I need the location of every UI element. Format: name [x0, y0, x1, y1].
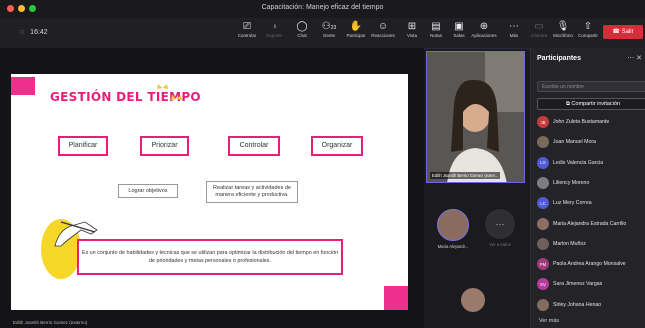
- slide-task-box: Realizar tareas y actividades de manera …: [206, 181, 298, 203]
- participant-tile[interactable]: Maria Alejandr...: [433, 209, 473, 249]
- aplicaciones-button[interactable]: ⊕ Aplicaciones: [467, 21, 501, 38]
- self-view-tile[interactable]: [460, 288, 486, 315]
- see-more-link[interactable]: Ver más: [539, 318, 559, 324]
- apps-icon: ⊕: [479, 21, 489, 32]
- speaker-video[interactable]: Edith Joanith Berrio Gomez (exter...: [426, 51, 525, 183]
- participant-item[interactable]: Maria Alejandra Estrada Carrillo: [537, 217, 626, 231]
- participant-name: John Zuleta Bustamante: [553, 119, 610, 125]
- participant-avatar: [537, 136, 549, 149]
- participant-item[interactable]: LG Ledis Valencia Garcia: [537, 156, 603, 170]
- share-icon: ⇧: [583, 21, 593, 32]
- toolbar-button-label: Gente: [322, 33, 336, 38]
- meeting-timer: ◌ 16:42: [20, 29, 48, 36]
- shield-icon: ◌: [20, 29, 25, 36]
- participant-tile-avatar: [437, 209, 469, 241]
- toolbar-button-label: Controlar: [237, 33, 257, 38]
- participant-avatar: LG: [537, 156, 549, 169]
- participant-avatar: [537, 217, 549, 230]
- participant-avatar: [537, 298, 549, 311]
- active-speaker-label: Edith Joanith Berrio Gomez (externo): [13, 320, 88, 325]
- leave-button[interactable]: ☎ Salir: [603, 25, 643, 39]
- slide-goal-box: Lograr objetivos: [118, 184, 178, 198]
- toolbar-button-label: Participar: [346, 33, 366, 38]
- speaker-video-frame: [427, 52, 524, 182]
- toolbar-button-label: Cámara: [530, 33, 547, 38]
- participant-item[interactable]: PM Paola Andrea Arango Monsalve: [537, 257, 626, 271]
- slide-accent-bar-top: [11, 77, 35, 95]
- toolbar-button-label: Micrófono: [553, 33, 573, 38]
- participant-avatar: PM: [537, 258, 549, 271]
- toolbar-button-label: Soporte: [266, 33, 282, 38]
- toolbar-button-label: Más: [509, 33, 519, 38]
- participant-name: Paola Andrea Arango Monsalve: [553, 261, 626, 268]
- title-bar: Capacitación: Manejo eficaz del tiempo: [0, 0, 645, 19]
- butterfly-icon: [171, 95, 182, 100]
- toolbar-button-label: Aplicaciones: [471, 33, 497, 38]
- slide-accent-bar-bottom: [384, 286, 408, 310]
- see-all-tile[interactable]: ⋯ Ver a todos: [482, 209, 518, 247]
- participants-panel: Participantes ⋯ ✕ Escribe un nombre ⧉ Co…: [530, 48, 645, 328]
- toolbar-button-label: Notas: [430, 33, 442, 38]
- participant-avatar: [537, 237, 549, 250]
- participant-item[interactable]: JB John Zuleta Bustamante: [537, 115, 609, 129]
- see-all-label: Ver a todos: [489, 242, 511, 247]
- invite-icon: ⧉: [565, 101, 570, 107]
- participant-name: Luz Mery Correa: [553, 200, 592, 207]
- participant-avatar: [537, 176, 549, 189]
- participant-name: Sirley Johana Henao: [553, 301, 602, 308]
- participant-avatar: LC: [537, 197, 549, 210]
- participant-item[interactable]: Juan Manuel Mora: [537, 135, 596, 149]
- leave-label: Salir: [621, 29, 634, 35]
- toolbar-button-label: Compartir: [578, 33, 598, 38]
- slide-box-priorizar: Priorizar: [140, 136, 189, 156]
- speaker-video-name: Edith Joanith Berrio Gomez (exter...: [430, 172, 501, 179]
- meeting-toolbar: ◌ 16:42 ⎚ Controlar ◑ Soporte ◯ Chat ⚇23 Gente ✋…: [0, 18, 645, 49]
- participant-name: Marlon Muñoz: [553, 240, 586, 247]
- slide-box-planificar: Planificar: [58, 136, 108, 156]
- participant-name: Maria Alejandra Estrada Carrillo: [553, 220, 627, 227]
- toolbar-button-label: Salas: [453, 33, 465, 38]
- participant-name: Sara Jimenez Vargas: [553, 281, 603, 288]
- participant-item[interactable]: Sirley Johana Henao: [537, 298, 601, 312]
- share-invite-label: Compartir invitación: [571, 101, 621, 107]
- share-invite-button[interactable]: ⧉ Compartir invitación: [537, 98, 645, 110]
- participant-item[interactable]: Marlon Muñoz: [537, 237, 586, 251]
- hangup-icon: ☎: [612, 29, 620, 35]
- self-view-avatar: [461, 288, 485, 312]
- window-title: Capacitación: Manejo eficaz del tiempo: [261, 4, 384, 11]
- participant-avatar: SV: [537, 278, 549, 291]
- slide-box-controlar: Controlar: [228, 136, 280, 156]
- participant-name: Juan Manuel Mora: [553, 139, 596, 146]
- people-count: 23: [330, 25, 337, 31]
- toolbar-button-label: Chat: [297, 33, 307, 38]
- slide-definition: Es un conjunto de habilidades y técnicas…: [77, 239, 343, 275]
- participant-avatar: JB: [537, 116, 549, 128]
- participant-item[interactable]: SV Sara Jimenez Vargas: [537, 277, 602, 291]
- participant-item[interactable]: LC Luz Mery Correa: [537, 196, 592, 210]
- compartir-button[interactable]: ⇧ Compartir: [571, 21, 605, 38]
- participant-name: Liliency Moreno: [553, 179, 590, 186]
- participants-title: Participantes: [537, 55, 581, 62]
- more-dots-icon: ⋯: [485, 209, 515, 239]
- slide-box-organizar: Organizar: [311, 136, 363, 156]
- butterfly-icon: [157, 84, 168, 89]
- participant-tile-name: Maria Alejandr...: [437, 244, 469, 249]
- panel-options-icon[interactable]: ⋯ ✕: [627, 54, 642, 62]
- shared-slide: GESTIÓN DEL TIEMPO Planificar Priorizar …: [11, 74, 408, 310]
- participant-name: Ledis Valencia Garcia: [553, 159, 604, 166]
- participant-item[interactable]: Liliency Moreno: [537, 176, 589, 190]
- participant-search-input[interactable]: Escribe un nombre: [537, 81, 645, 92]
- toolbar-button-label: Reacciones: [371, 33, 395, 38]
- timer-text: 16:42: [30, 29, 48, 36]
- toolbar-button-label: Vista: [407, 33, 417, 38]
